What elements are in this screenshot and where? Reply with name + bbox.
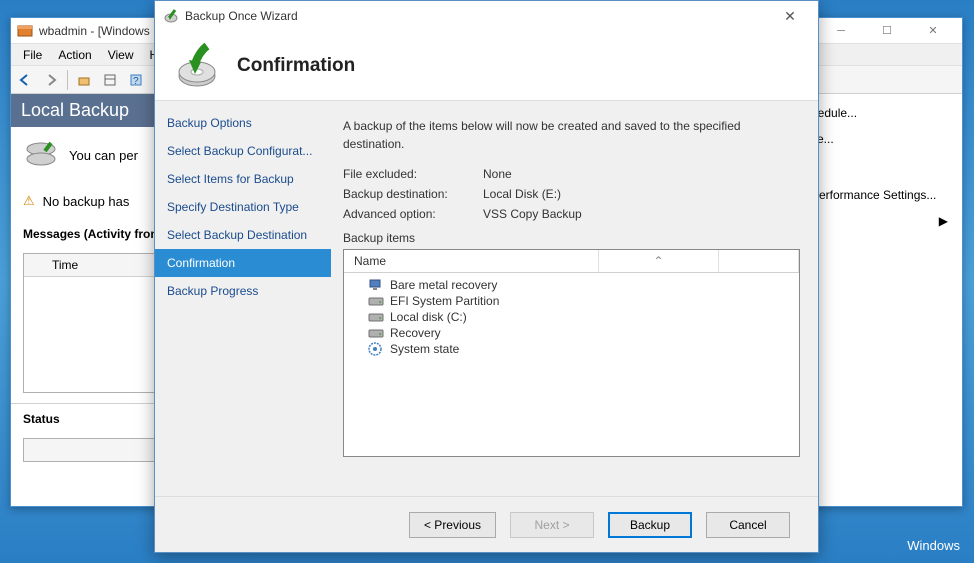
toolbar-separator	[67, 70, 68, 90]
drive-icon	[368, 310, 384, 324]
backup-icon	[23, 137, 59, 173]
file-excluded-value: None	[483, 167, 512, 181]
destination-label: Backup destination:	[343, 187, 483, 201]
wizard-app-icon	[163, 8, 179, 24]
list-item[interactable]: Local disk (C:)	[344, 309, 799, 325]
drive-icon	[368, 326, 384, 340]
kv-destination: Backup destination: Local Disk (E:)	[343, 187, 800, 201]
list-item[interactable]: EFI System Partition	[344, 293, 799, 309]
system-state-icon	[368, 342, 384, 356]
col-sort-indicator[interactable]: ⌃	[599, 250, 719, 272]
desktop-watermark: Windows	[907, 538, 960, 553]
item-label: Recovery	[390, 326, 441, 340]
close-button[interactable]: ✕	[910, 18, 956, 44]
step-destination[interactable]: Select Backup Destination	[155, 221, 331, 249]
minimize-button[interactable]: ─	[818, 18, 864, 44]
warning-icon: ⚠	[23, 193, 35, 209]
kv-file-excluded: File excluded: None	[343, 167, 800, 181]
wizard-close-button[interactable]: ✕	[770, 2, 810, 30]
item-label: System state	[390, 342, 459, 356]
action-backup-once[interactable]: ce...	[803, 126, 956, 152]
wizard-steps: Backup Options Select Backup Configurat.…	[155, 101, 331, 496]
next-button: Next >	[510, 512, 594, 538]
drive-icon	[368, 294, 384, 308]
parent-title: wbadmin - [Windows	[39, 24, 150, 38]
list-item[interactable]: Recovery	[344, 325, 799, 341]
item-label: Local disk (C:)	[390, 310, 467, 324]
item-label: EFI System Partition	[390, 294, 499, 308]
wizard-body: Backup Options Select Backup Configurat.…	[155, 101, 818, 496]
step-select-config[interactable]: Select Backup Configurat...	[155, 137, 331, 165]
advanced-value: VSS Copy Backup	[483, 207, 582, 221]
cancel-button[interactable]: Cancel	[706, 512, 790, 538]
menu-view[interactable]: View	[100, 46, 142, 64]
action-schedule[interactable]: hedule...	[803, 100, 956, 126]
chevron-right-icon: ▶	[939, 214, 948, 228]
actions-pane: hedule... ce... Performance Settings... …	[797, 94, 962, 506]
app-icon	[17, 23, 33, 39]
computer-icon	[368, 278, 384, 292]
step-destination-type[interactable]: Specify Destination Type	[155, 193, 331, 221]
menu-action[interactable]: Action	[50, 46, 99, 64]
step-confirmation[interactable]: Confirmation	[155, 249, 331, 277]
intro-text: A backup of the items below will now be …	[343, 117, 800, 153]
step-progress[interactable]: Backup Progress	[155, 277, 331, 305]
action-more[interactable]: ▶	[803, 208, 956, 234]
toolbar-btn-3[interactable]: ?	[124, 68, 148, 92]
item-label: Bare metal recovery	[390, 278, 497, 292]
list-header[interactable]: Name ⌃	[344, 250, 799, 273]
previous-button[interactable]: < Previous	[409, 512, 496, 538]
wizard-footer: < Previous Next > Backup Cancel	[155, 496, 818, 552]
back-button[interactable]	[13, 68, 37, 92]
col-blank[interactable]	[719, 250, 799, 272]
wizard-heading: Confirmation	[237, 55, 355, 77]
maximize-button[interactable]: ☐	[864, 18, 910, 44]
menu-file[interactable]: File	[15, 46, 50, 64]
wizard-header: Confirmation	[155, 31, 818, 101]
backup-button[interactable]: Backup	[608, 512, 692, 538]
col-name[interactable]: Name	[344, 250, 599, 272]
wizard-titlebar[interactable]: Backup Once Wizard ✕	[155, 1, 818, 31]
destination-value: Local Disk (E:)	[483, 187, 561, 201]
step-backup-options[interactable]: Backup Options	[155, 109, 331, 137]
toolbar-btn-1[interactable]	[72, 68, 96, 92]
svg-text:?: ?	[133, 76, 139, 87]
backup-once-wizard: Backup Once Wizard ✕ Confirmation Backup…	[154, 0, 819, 553]
kv-advanced: Advanced option: VSS Copy Backup	[343, 207, 800, 221]
wizard-main: A backup of the items below will now be …	[331, 101, 818, 496]
step-select-items[interactable]: Select Items for Backup	[155, 165, 331, 193]
list-item[interactable]: Bare metal recovery	[344, 277, 799, 293]
file-excluded-label: File excluded:	[343, 167, 483, 181]
warning-text: No backup has	[43, 194, 130, 209]
window-buttons: ─ ☐ ✕	[818, 18, 956, 44]
backup-items-label: Backup items	[343, 231, 800, 245]
backup-items-list[interactable]: Name ⌃ Bare metal recovery EFI System Pa…	[343, 249, 800, 457]
forward-button[interactable]	[39, 68, 63, 92]
intro-text: You can per	[69, 148, 138, 163]
list-item[interactable]: System state	[344, 341, 799, 357]
toolbar-btn-2[interactable]	[98, 68, 122, 92]
action-performance[interactable]: Performance Settings...	[803, 182, 956, 208]
advanced-label: Advanced option:	[343, 207, 483, 221]
list-body: Bare metal recovery EFI System Partition…	[344, 273, 799, 361]
backup-large-icon	[171, 42, 219, 90]
wizard-title: Backup Once Wizard	[185, 9, 298, 23]
